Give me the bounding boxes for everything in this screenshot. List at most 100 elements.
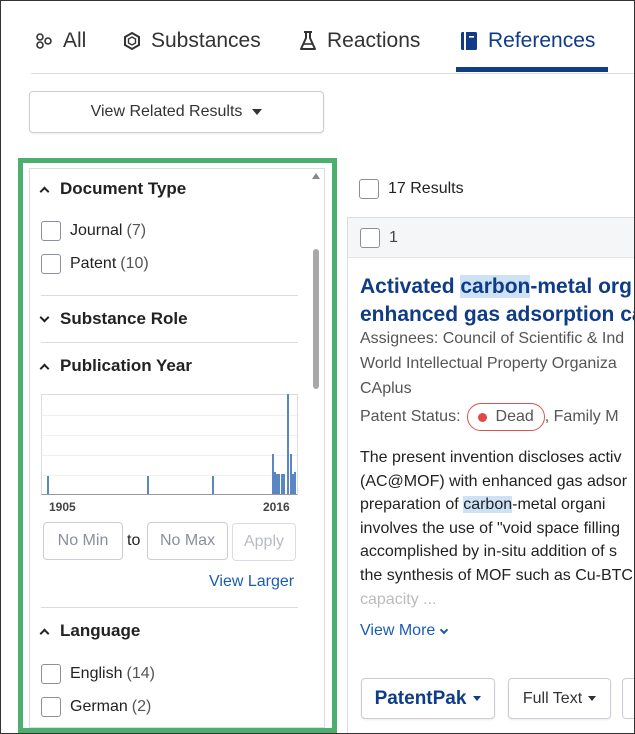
tab-all[interactable]: All: [33, 25, 86, 57]
english-count: (14): [126, 665, 155, 682]
histogram-bar[interactable]: [294, 472, 296, 494]
chevron-up-icon: [39, 363, 50, 373]
histogram-bar[interactable]: [47, 476, 49, 494]
abstract-line: The present invention discloses activ: [360, 449, 622, 466]
select-all-results-checkbox[interactable]: [359, 179, 379, 199]
year-max-input[interactable]: No Max: [147, 522, 228, 560]
journal-label: Journal: [70, 222, 123, 239]
divider: [41, 295, 298, 296]
result-assignees: Assignees: Council of Scientific & Ind: [360, 330, 624, 348]
result-card-header: 1: [348, 218, 634, 258]
apply-year-button[interactable]: Apply: [232, 523, 296, 561]
filter-option-patent[interactable]: Patent (10): [41, 254, 149, 274]
results-count: 17 Results: [388, 180, 464, 197]
view-more-label: View More: [360, 622, 436, 639]
german-count: (2): [131, 698, 152, 715]
result-index: 1: [389, 229, 398, 246]
histogram-min-year: 1905: [49, 500, 76, 514]
result-patent-status: Patent Status: Dead , Family M: [360, 403, 619, 431]
journal-checkbox[interactable]: [41, 221, 61, 241]
caret-down-icon: [252, 109, 263, 115]
view-related-results-label: View Related Results: [90, 103, 243, 120]
more-actions-button[interactable]: [622, 678, 634, 719]
abstract-line: accomplished by in-situ addition of s: [360, 543, 618, 561]
histogram-bar[interactable]: [147, 476, 150, 494]
patent-status-badge: Dead: [466, 403, 545, 431]
result-title-link[interactable]: Activated carbon-metal org enhanced gas …: [360, 273, 635, 329]
app-frame: All Substances Reactions References View…: [0, 0, 635, 734]
filter-publication-year-header[interactable]: Publication Year: [39, 356, 192, 376]
result-database: CAplus: [360, 380, 412, 397]
filter-document-type-header[interactable]: Document Type: [39, 179, 186, 199]
range-to-label: to: [127, 532, 141, 549]
histogram-bar[interactable]: [282, 474, 285, 494]
tab-references-label: References: [488, 29, 596, 52]
scroll-thumb[interactable]: [313, 249, 319, 389]
result-office: World Intellectual Property Organiza: [360, 355, 617, 372]
all-icon: [33, 30, 55, 52]
active-tab-indicator: [456, 67, 608, 72]
result-title-line-2: enhanced gas adsorption ca: [360, 303, 635, 326]
view-related-results-button[interactable]: View Related Results: [29, 91, 324, 133]
title-text: -metal org: [530, 275, 632, 298]
assignees-label: Assignees:: [360, 330, 439, 347]
histogram-bar[interactable]: [211, 476, 214, 494]
patent-checkbox[interactable]: [41, 254, 61, 274]
german-label: German: [70, 698, 128, 715]
year-min-input[interactable]: No Min: [43, 522, 123, 560]
patent-status-value: Dead: [495, 408, 534, 425]
view-larger-link[interactable]: View Larger: [209, 573, 294, 591]
tab-references[interactable]: References: [458, 25, 595, 57]
result-abstract: The present invention discloses activ (A…: [360, 446, 634, 611]
book-icon: [458, 30, 480, 52]
filter-option-german[interactable]: German (2): [41, 697, 151, 717]
english-label: English: [70, 665, 123, 682]
publication-year-histogram[interactable]: [41, 394, 298, 495]
filter-substance-role-header[interactable]: Substance Role: [39, 309, 188, 329]
histogram-gridline: [42, 415, 297, 416]
english-checkbox[interactable]: [41, 664, 61, 684]
tab-reactions[interactable]: Reactions: [297, 25, 420, 57]
tab-substances[interactable]: Substances: [121, 25, 261, 57]
abstract-line: preparation of carbon-metal organi: [360, 493, 634, 517]
journal-count: (7): [126, 222, 147, 239]
patent-count: (10): [120, 255, 149, 272]
divider: [41, 342, 298, 343]
tab-reactions-label: Reactions: [327, 29, 421, 52]
search-tabs: All Substances Reactions References: [1, 1, 634, 74]
filter-option-journal[interactable]: Journal (7): [41, 221, 146, 241]
filter-language-header[interactable]: Language: [39, 621, 141, 641]
patentpak-label: PatentPak: [374, 687, 467, 709]
tabs-divider: [31, 73, 634, 74]
filter-option-english[interactable]: English (14): [41, 664, 155, 684]
abstract-line: involves the use of "void space filling: [360, 519, 621, 537]
result-select-checkbox[interactable]: [360, 228, 380, 248]
abstract-line: capacity ...: [360, 590, 437, 608]
divider: [41, 607, 298, 608]
full-text-button[interactable]: Full Text: [508, 678, 611, 719]
chevron-down-icon: [440, 625, 449, 634]
result-index-row: 1: [360, 228, 398, 248]
chevron-up-icon: [39, 628, 50, 638]
patentpak-button[interactable]: PatentPak: [361, 678, 495, 719]
histogram-max-year: 2016: [263, 500, 290, 514]
status-dot-icon: [477, 412, 487, 422]
title-text: Activated: [360, 275, 461, 298]
family-label: , Family M: [544, 408, 619, 426]
filter-language-title: Language: [60, 621, 141, 640]
tab-substances-label: Substances: [151, 29, 261, 52]
flask-icon: [297, 30, 319, 52]
histogram-gridline: [42, 435, 297, 436]
view-more-link[interactable]: View More: [360, 622, 449, 640]
full-text-label: Full Text: [522, 689, 583, 707]
tab-all-label: All: [63, 29, 87, 52]
german-checkbox[interactable]: [41, 697, 61, 717]
scroll-up-arrow-icon[interactable]: [312, 173, 320, 179]
filter-scrollbar[interactable]: [312, 173, 320, 723]
assignees-value: Council of Scientific & Ind: [442, 330, 625, 347]
abstract-highlight: carbon: [463, 496, 513, 514]
patent-status-label: Patent Status:: [360, 408, 461, 426]
results-header: 17 Results: [359, 179, 464, 199]
patent-label: Patent: [70, 255, 117, 272]
chevron-down-icon: [39, 312, 50, 322]
